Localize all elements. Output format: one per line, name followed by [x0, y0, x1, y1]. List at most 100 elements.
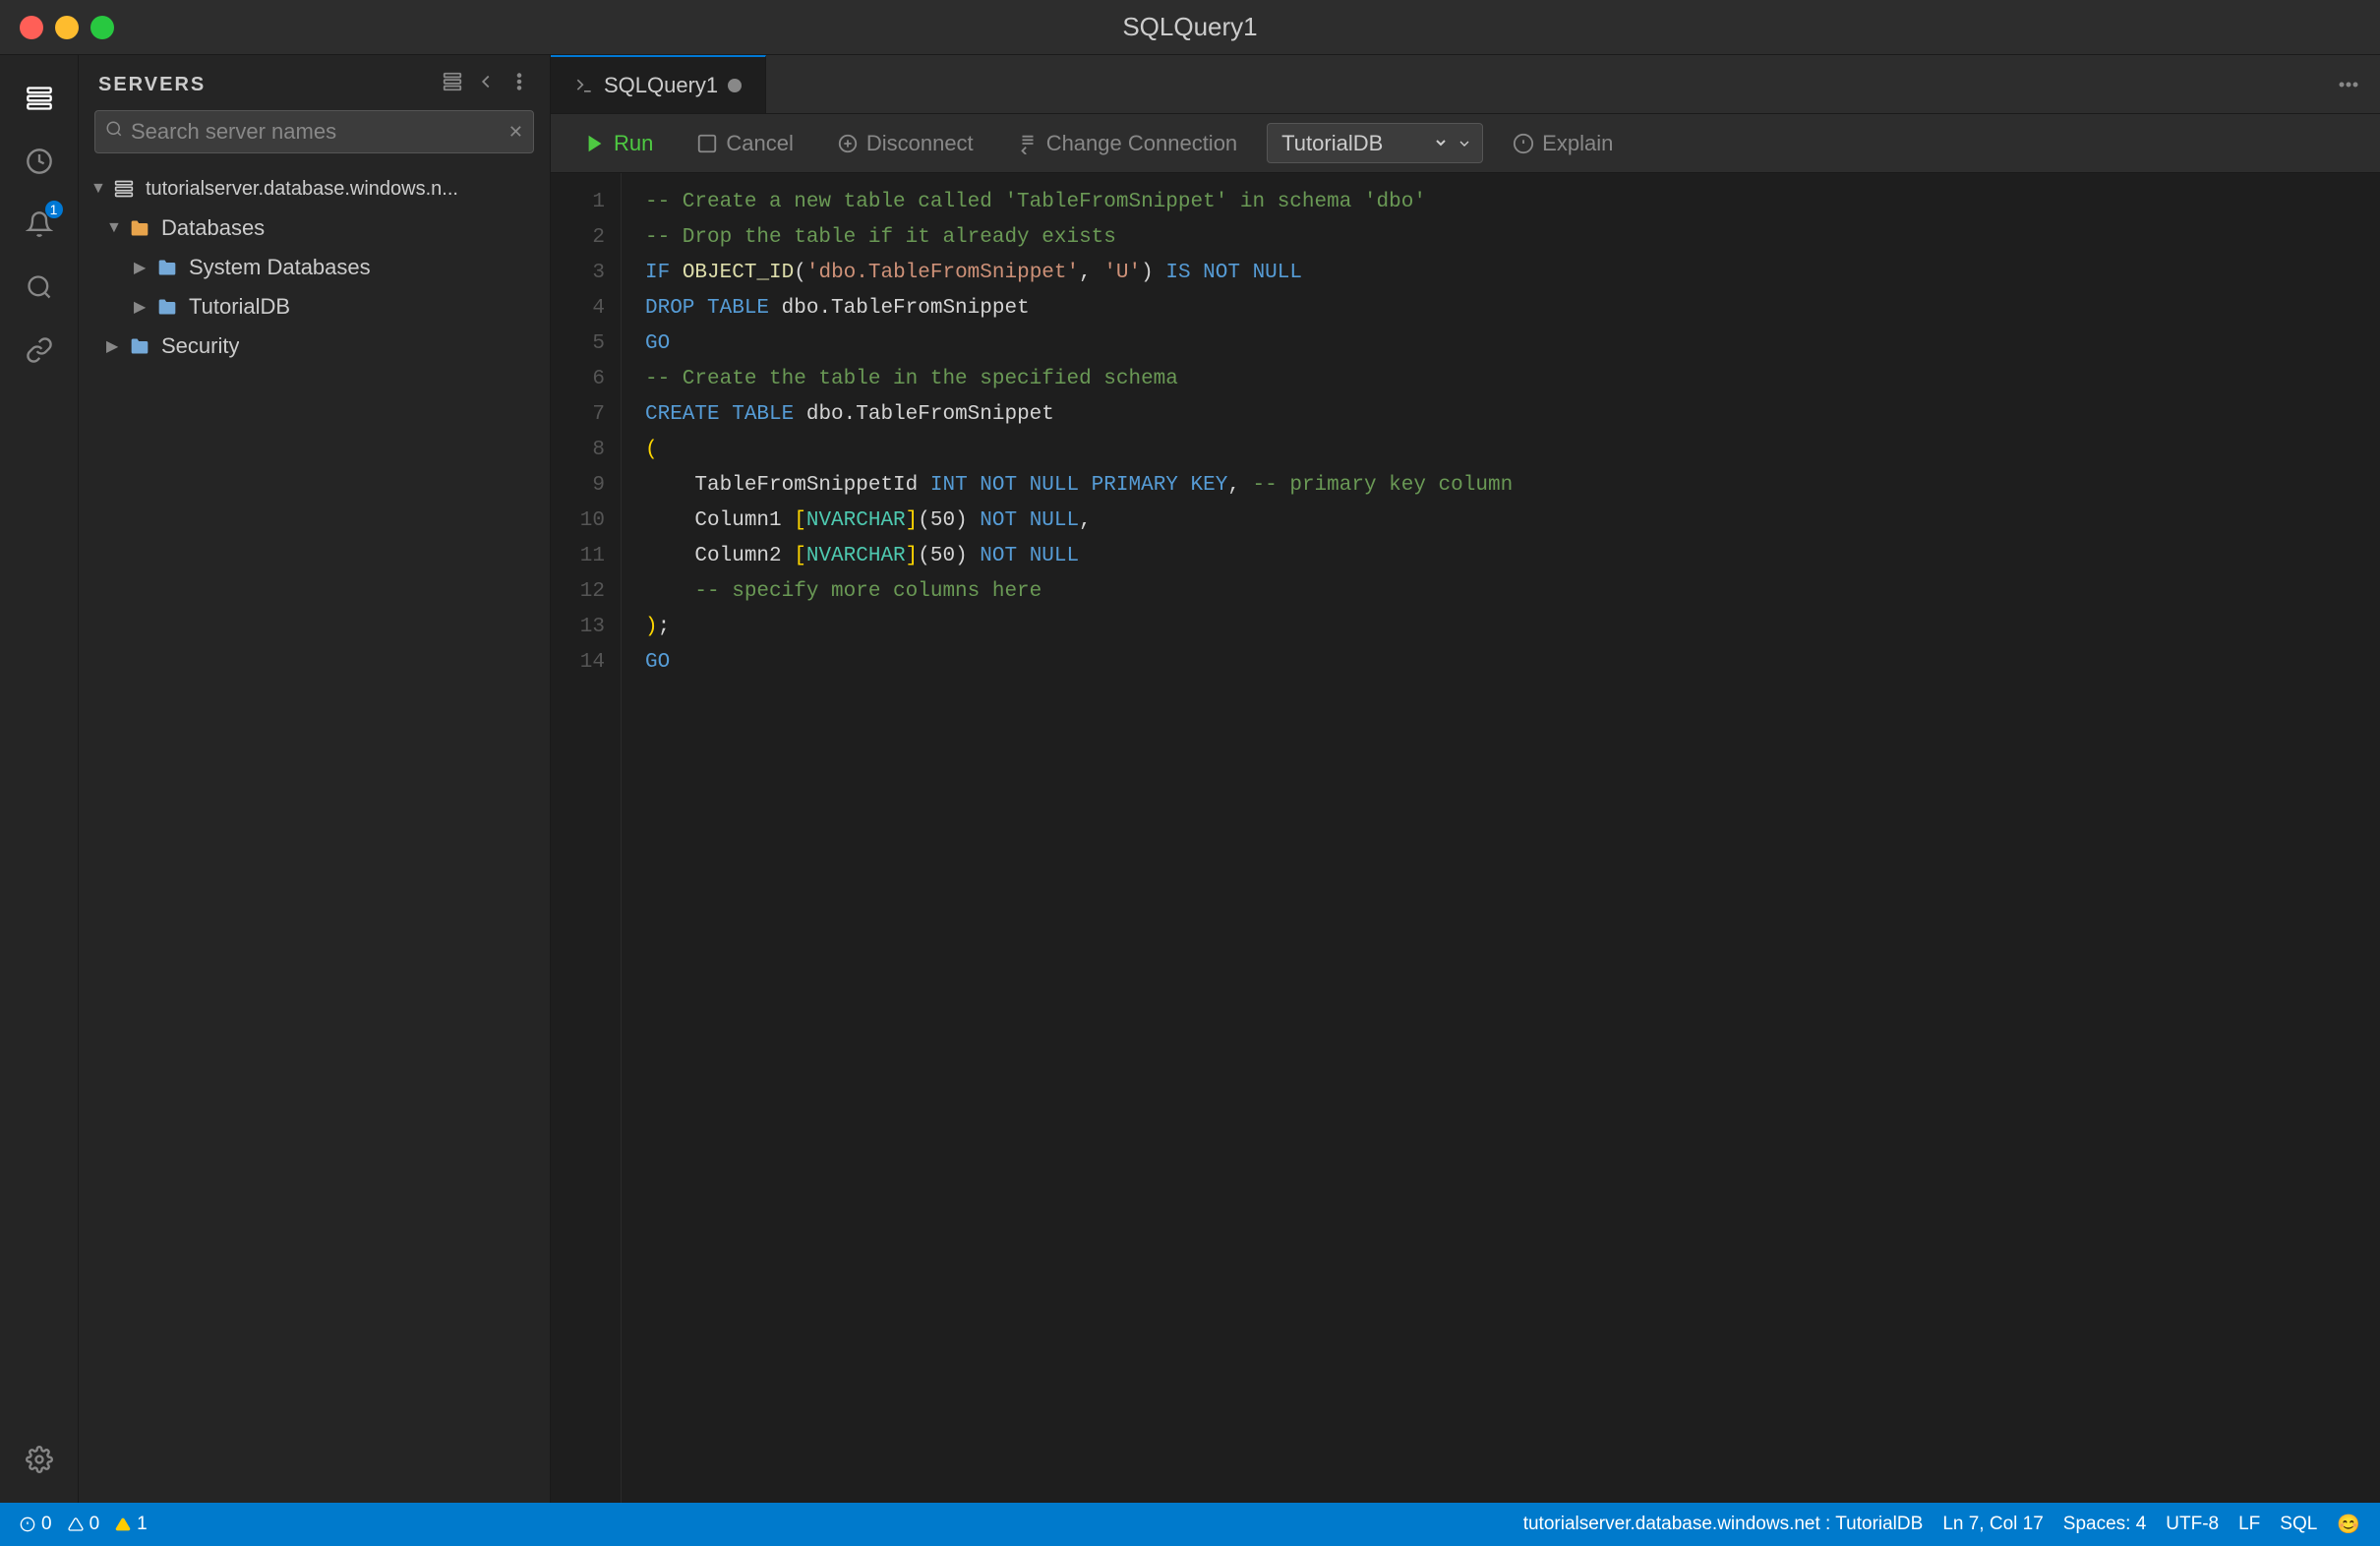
tab-more-button[interactable]	[2317, 55, 2380, 113]
tree-view: ▼ tutorialserver.database.windows.n... ▼	[79, 165, 550, 1503]
line-numbers: 1 2 3 4 5 6 7 8 9 10 11 12 13 14	[551, 173, 622, 1503]
tree-item-tutorialdb[interactable]: ▶ TutorialDB	[79, 287, 550, 327]
scrollbar[interactable]	[2364, 173, 2380, 1503]
sidebar-title: SERVERS	[98, 74, 206, 96]
search-box[interactable]: ✕	[94, 110, 534, 153]
code-line-10: Column1 [NVARCHAR](50) NOT NULL,	[645, 504, 2341, 539]
tree-item-server[interactable]: ▼ tutorialserver.database.windows.n...	[79, 169, 550, 208]
tree-item-system-databases[interactable]: ▶ System Databases	[79, 248, 550, 287]
disconnect-button[interactable]: Disconnect	[823, 125, 987, 162]
tutorialdb-label: TutorialDB	[189, 294, 290, 320]
code-line-13: );	[645, 610, 2341, 645]
line-number: 7	[592, 397, 605, 433]
server-icon	[110, 175, 138, 203]
window-controls	[20, 16, 114, 39]
status-bar-right: tutorialserver.database.windows.net : Tu…	[1523, 1513, 2360, 1536]
expand-arrow: ▶	[134, 297, 153, 317]
code-line-6: -- Create the table in the specified sch…	[645, 362, 2341, 397]
line-number: 3	[592, 256, 605, 291]
warning-icon	[68, 1516, 84, 1532]
databases-folder-icon	[126, 214, 153, 242]
line-number: 6	[592, 362, 605, 397]
status-language[interactable]: SQL	[2280, 1513, 2317, 1536]
status-server[interactable]: tutorialserver.database.windows.net : Tu…	[1523, 1513, 1924, 1536]
status-errors: 0	[20, 1514, 52, 1535]
app-layout: 1 SERVERS	[0, 55, 2380, 1503]
code-line-14: GO	[645, 645, 2341, 681]
code-line-7: CREATE TABLE dbo.TableFromSnippet	[645, 397, 2341, 433]
status-line-ending[interactable]: LF	[2238, 1513, 2260, 1536]
status-warnings: 0	[68, 1514, 100, 1535]
maximize-button[interactable]	[90, 16, 114, 39]
sidebar-item-history[interactable]	[12, 134, 67, 189]
code-line-12: -- specify more columns here	[645, 574, 2341, 610]
connection-select-input[interactable]: TutorialDB master tempdb	[1278, 130, 1449, 156]
status-feedback[interactable]: 😊	[2337, 1513, 2360, 1536]
sidebar: SERVERS	[79, 55, 551, 1503]
code-line-8: (	[645, 433, 2341, 468]
settings-button[interactable]	[12, 1432, 67, 1487]
line-number: 8	[592, 433, 605, 468]
clear-search-icon[interactable]: ✕	[508, 122, 523, 143]
collapse-all-icon[interactable]	[475, 71, 497, 98]
explain-button[interactable]: Explain	[1499, 125, 1627, 162]
new-connection-icon[interactable]	[442, 71, 463, 98]
connection-selector[interactable]: TutorialDB master tempdb	[1267, 123, 1483, 163]
cancel-button[interactable]: Cancel	[683, 125, 806, 162]
change-connection-button[interactable]: Change Connection	[1003, 125, 1251, 162]
security-folder-icon	[126, 332, 153, 360]
line-number: 13	[580, 610, 605, 645]
line-number: 1	[592, 185, 605, 220]
line-number: 5	[592, 327, 605, 362]
tab-bar: SQLQuery1	[551, 55, 2380, 114]
expand-arrow: ▶	[106, 336, 126, 356]
run-button[interactable]: Run	[570, 125, 667, 162]
title-bar: SQLQuery1	[0, 0, 2380, 55]
feedback-icon: 😊	[2337, 1513, 2360, 1536]
window-title: SQLQuery1	[1122, 12, 1257, 42]
databases-label: Databases	[161, 215, 265, 241]
server-label: tutorialserver.database.windows.n...	[146, 178, 458, 201]
system-databases-label: System Databases	[189, 255, 371, 280]
error-icon	[20, 1516, 35, 1532]
sidebar-item-search[interactable]	[12, 260, 67, 315]
explain-icon	[1513, 133, 1534, 154]
tree-item-security[interactable]: ▶ Security	[79, 327, 550, 366]
query-icon	[574, 76, 594, 95]
sidebar-item-connections[interactable]	[12, 323, 67, 378]
code-content[interactable]: -- Create a new table called 'TableFromS…	[622, 173, 2364, 1503]
status-spaces[interactable]: Spaces: 4	[2063, 1513, 2147, 1536]
sidebar-item-notifications[interactable]: 1	[12, 197, 67, 252]
sidebar-item-servers[interactable]	[12, 71, 67, 126]
alert-icon	[115, 1516, 131, 1532]
change-connection-icon	[1017, 133, 1039, 154]
system-databases-folder-icon	[153, 254, 181, 281]
notifications-badge: 1	[45, 201, 63, 218]
line-number: 12	[580, 574, 605, 610]
tab-modified-indicator	[728, 79, 742, 92]
close-button[interactable]	[20, 16, 43, 39]
tree-item-databases[interactable]: ▼ Databases	[79, 208, 550, 248]
status-encoding[interactable]: UTF-8	[2166, 1513, 2219, 1536]
minimize-button[interactable]	[55, 16, 79, 39]
toolbar: Run Cancel Disconnect Cha	[551, 114, 2380, 173]
code-editor[interactable]: 1 2 3 4 5 6 7 8 9 10 11 12 13 14 -- Crea…	[551, 173, 2380, 1503]
search-icon	[105, 120, 123, 144]
status-position[interactable]: Ln 7, Col 17	[1942, 1513, 2043, 1536]
status-alerts: 1	[115, 1514, 148, 1535]
line-number: 11	[580, 539, 605, 574]
code-line-3: IF OBJECT_ID('dbo.TableFromSnippet', 'U'…	[645, 256, 2341, 291]
more-options-icon[interactable]	[508, 71, 530, 98]
main-area: SQLQuery1 Run	[551, 55, 2380, 1503]
line-number: 4	[592, 291, 605, 327]
tab-name: SQLQuery1	[604, 73, 718, 98]
security-label: Security	[161, 333, 239, 359]
code-line-11: Column2 [NVARCHAR](50) NOT NULL	[645, 539, 2341, 574]
search-input[interactable]	[131, 119, 508, 145]
line-number: 10	[580, 504, 605, 539]
expand-arrow: ▼	[106, 219, 126, 237]
activity-bar: 1	[0, 55, 79, 1503]
line-number: 2	[592, 220, 605, 256]
expand-arrow: ▶	[134, 258, 153, 277]
editor-tab-sqlquery1[interactable]: SQLQuery1	[551, 55, 766, 113]
